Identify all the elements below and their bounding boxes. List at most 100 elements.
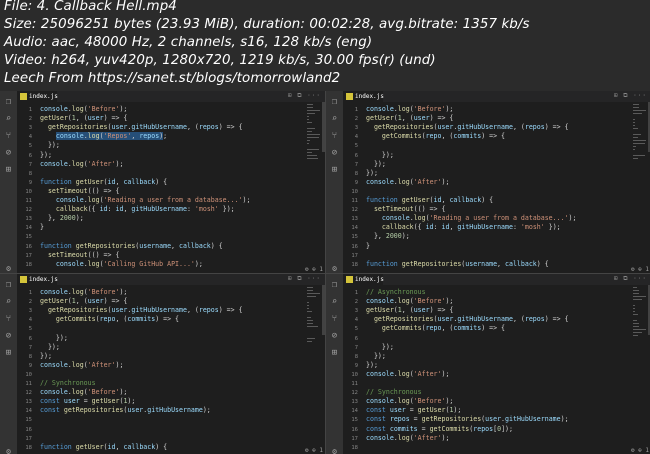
code-line: getCommits(repo, (commits) => { bbox=[381, 132, 506, 141]
line-number: 3 bbox=[354, 125, 358, 132]
source-control-icon[interactable]: ⑂ bbox=[4, 315, 13, 324]
line-number: 14 bbox=[25, 225, 32, 232]
code-editor[interactable]: console.log('Before'); getUser(1, (user) … bbox=[40, 285, 303, 454]
tab-index-js[interactable]: index.js bbox=[17, 91, 58, 102]
code-line: getCommits(repo, (commits) => { bbox=[55, 315, 180, 324]
status-indicators: ⚙ ⊕ 1 bbox=[630, 447, 649, 454]
search-icon[interactable]: ⌕ bbox=[4, 298, 13, 307]
line-number: 17 bbox=[351, 435, 358, 442]
code-line: } bbox=[40, 223, 44, 232]
editor-actions[interactable]: ⊞ ⧉ ··· bbox=[288, 275, 321, 283]
line-number: 11 bbox=[351, 381, 358, 387]
editor-pane-bottom-left: ❐ ⌕ ⑂ ⊘ ⊞ ⚙ index.js ⊞ ⧉ ··· 1 2 3 4 5 6 7 8 9 10 11 12 13 14… bbox=[0, 274, 325, 454]
line-number: 10 bbox=[351, 188, 358, 195]
line-number: 14 bbox=[351, 225, 358, 232]
line-number: 1 bbox=[28, 107, 32, 113]
code-line: function getUser(id, callback) { bbox=[40, 442, 168, 451]
activity-bar: ❐ ⌕ ⑂ ⊘ ⊞ ⚙ bbox=[0, 91, 17, 273]
line-number: 11 bbox=[25, 381, 32, 387]
debug-icon[interactable]: ⊘ bbox=[4, 332, 13, 341]
status-indicators: ⚙ ⊕ 1 bbox=[304, 266, 323, 273]
status-indicators: ⚙ ⊕ 1 bbox=[304, 447, 323, 454]
editor-pane-top-right: ❐ ⌕ ⑂ ⊘ ⊞ ⚙ index.js ⊞ ⧉ ··· 1 2 3 4 5 6 7 8 9 10 11 12 13 14… bbox=[326, 91, 650, 273]
settings-gear-icon[interactable]: ⚙ bbox=[0, 264, 17, 273]
line-number: 13 bbox=[25, 216, 32, 223]
line-number: 8 bbox=[28, 170, 32, 177]
line-number-gutter: 1 2 3 4 5 6 7 8 9 10 11 12 13 14 15 16 17 18 bbox=[343, 285, 361, 454]
line-number: 15 bbox=[351, 417, 358, 424]
search-icon[interactable]: ⌕ bbox=[4, 115, 13, 124]
extensions-icon[interactable]: ⊞ bbox=[4, 166, 13, 175]
line-number: 9 bbox=[28, 362, 32, 369]
code-line: getCommits(repo, (commits) => { bbox=[381, 324, 506, 333]
js-file-icon bbox=[346, 93, 353, 100]
line-number: 10 bbox=[351, 371, 358, 378]
minimap[interactable] bbox=[633, 287, 647, 344]
tab-index-js[interactable]: index.js bbox=[17, 274, 58, 285]
line-number: 10 bbox=[25, 371, 32, 378]
line-number: 18 bbox=[351, 444, 358, 451]
code-line: } bbox=[366, 241, 370, 250]
line-number: 9 bbox=[354, 362, 358, 369]
line-number: 16 bbox=[351, 426, 358, 433]
settings-gear-icon[interactable]: ⚙ bbox=[326, 447, 343, 454]
activity-bar: ❐ ⌕ ⑂ ⊘ ⊞ ⚙ bbox=[0, 274, 17, 454]
line-number: 11 bbox=[25, 198, 32, 204]
code-editor[interactable]: console.log('Before'); getUser(1, (user) … bbox=[366, 102, 629, 273]
line-number: 2 bbox=[28, 299, 32, 306]
editor-pane-bottom-right: ❐ ⌕ ⑂ ⊘ ⊞ ⚙ index.js ⊞ ⧉ ··· 1 2 3 4 5 6 7 8 9 10 11 12 13 14… bbox=[326, 274, 650, 454]
tab-label: index.js bbox=[355, 276, 384, 283]
line-number: 3 bbox=[354, 308, 358, 315]
editor-actions[interactable]: ⊞ ⧉ ··· bbox=[614, 275, 647, 283]
line-number: 11 bbox=[351, 198, 358, 204]
source-control-icon[interactable]: ⑂ bbox=[330, 315, 339, 324]
code-line: console.log('After'); bbox=[366, 433, 450, 442]
minimap[interactable] bbox=[307, 287, 321, 344]
minimap[interactable] bbox=[633, 104, 647, 161]
extensions-icon[interactable]: ⊞ bbox=[330, 166, 339, 175]
leech-line: Leech From https://sanet.st/blogs/tomorr… bbox=[4, 71, 341, 86]
tab-index-js[interactable]: index.js bbox=[343, 91, 384, 102]
files-icon[interactable]: ❐ bbox=[330, 98, 339, 107]
extensions-icon[interactable]: ⊞ bbox=[330, 349, 339, 358]
source-control-icon[interactable]: ⑂ bbox=[330, 132, 339, 141]
line-number: 1 bbox=[354, 107, 358, 113]
minimap[interactable] bbox=[307, 104, 321, 161]
files-icon[interactable]: ❐ bbox=[330, 281, 339, 290]
editor-actions[interactable]: ⊞ ⧉ ··· bbox=[614, 92, 647, 100]
search-icon[interactable]: ⌕ bbox=[330, 115, 339, 124]
tab-label: index.js bbox=[355, 93, 384, 100]
line-number: 9 bbox=[28, 179, 32, 186]
tab-bar: index.js ⊞ ⧉ ··· bbox=[343, 274, 650, 285]
line-number-gutter: 1 2 3 4 5 6 7 8 9 10 11 12 13 14 15 16 17 18 bbox=[17, 102, 35, 273]
code-line: console.log('After'); bbox=[40, 159, 124, 168]
line-number: 4 bbox=[354, 317, 358, 324]
editor-actions[interactable]: ⊞ ⧉ ··· bbox=[288, 92, 321, 100]
debug-icon[interactable]: ⊘ bbox=[330, 149, 339, 158]
files-icon[interactable]: ❐ bbox=[4, 98, 13, 107]
activity-bar: ❐ ⌕ ⑂ ⊘ ⊞ ⚙ bbox=[326, 91, 343, 273]
search-icon[interactable]: ⌕ bbox=[330, 298, 339, 307]
line-number: 17 bbox=[25, 252, 32, 259]
files-icon[interactable]: ❐ bbox=[4, 281, 13, 290]
line-number: 5 bbox=[28, 143, 32, 150]
code-editor[interactable]: console.log('Before'); getUser(1, (user) … bbox=[40, 102, 303, 273]
debug-icon[interactable]: ⊘ bbox=[4, 149, 13, 158]
line-number: 7 bbox=[28, 344, 32, 351]
code-editor[interactable]: // Asynchronous console.log('Before'); get… bbox=[366, 285, 629, 454]
line-number: 16 bbox=[25, 426, 32, 433]
line-number: 2 bbox=[28, 116, 32, 123]
js-file-icon bbox=[20, 93, 27, 100]
line-number: 2 bbox=[354, 116, 358, 123]
line-number: 14 bbox=[351, 408, 358, 415]
tab-bar: index.js ⊞ ⧉ ··· bbox=[17, 91, 325, 102]
settings-gear-icon[interactable]: ⚙ bbox=[326, 264, 343, 273]
debug-icon[interactable]: ⊘ bbox=[330, 332, 339, 341]
tab-label: index.js bbox=[29, 276, 58, 283]
line-number-gutter: 1 2 3 4 5 6 7 8 9 10 11 12 13 14 15 16 17 18 bbox=[17, 285, 35, 454]
extensions-icon[interactable]: ⊞ bbox=[4, 349, 13, 358]
source-control-icon[interactable]: ⑂ bbox=[4, 132, 13, 141]
line-number: 13 bbox=[351, 399, 358, 406]
tab-index-js[interactable]: index.js bbox=[343, 274, 384, 285]
settings-gear-icon[interactable]: ⚙ bbox=[0, 447, 17, 454]
